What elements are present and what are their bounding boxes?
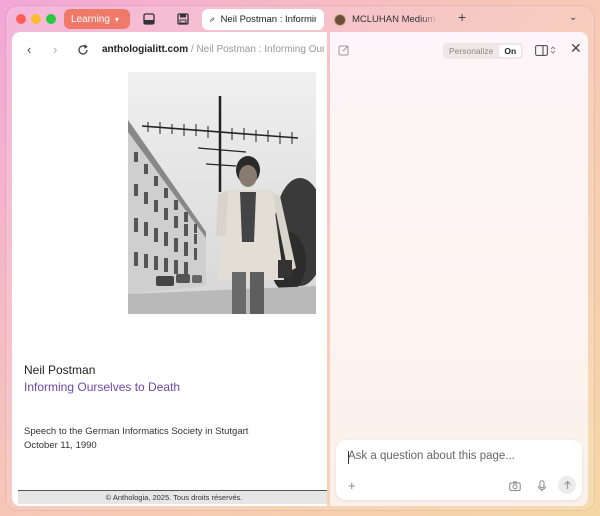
article-title-link[interactable]: Informing Ourselves to Death <box>24 380 180 394</box>
url-path: / Neil Postman : Informing Our... <box>188 44 324 55</box>
zoom-window-button[interactable] <box>46 14 56 24</box>
browser-window: Learning ▾ Neil Postman : Informing Ours… <box>6 6 594 510</box>
ask-input[interactable] <box>348 450 574 462</box>
url-bar: ‹ › anthologialitt.com / Neil Postman : … <box>12 32 327 68</box>
speech-description: Speech to the German Informatics Society… <box>24 426 249 437</box>
sidebar-layout-icon <box>535 44 548 56</box>
chevron-down-icon[interactable]: ⌄ <box>569 12 577 23</box>
web-page: ‹ › anthologialitt.com / Neil Postman : … <box>12 32 327 506</box>
arrow-up-icon <box>563 480 571 489</box>
new-chat-icon[interactable] <box>338 44 350 56</box>
tab-bar: Learning ▾ Neil Postman : Informing Ours… <box>6 6 594 32</box>
tab-title: Neil Postman : Informing Ourselves to De… <box>220 14 316 25</box>
url-host: anthologialitt.com <box>102 44 189 55</box>
forward-arrow-icon[interactable]: › <box>53 42 57 57</box>
space-label: Learning <box>71 13 110 25</box>
close-window-button[interactable] <box>16 14 26 24</box>
address-field[interactable]: anthologialitt.com / Neil Postman : Info… <box>102 44 324 55</box>
pinned-tab-save-icon[interactable] <box>176 12 190 26</box>
speech-date: October 11, 1990 <box>24 440 97 451</box>
back-arrow-icon[interactable]: ‹ <box>27 42 31 57</box>
space-selector[interactable]: Learning ▾ <box>64 9 130 29</box>
attach-plus-icon[interactable]: + <box>348 478 356 493</box>
close-icon[interactable]: ✕ <box>570 40 582 57</box>
ask-composer: + <box>336 440 582 500</box>
tab-title: MCLUHAN Medium is the Message <box>352 14 438 25</box>
personalize-label: Personalize <box>449 46 494 56</box>
reload-icon[interactable] <box>77 44 89 56</box>
tab-mcluhan[interactable]: MCLUHAN Medium is the Message <box>326 9 446 30</box>
personalize-state: On <box>499 45 522 57</box>
pinned-tab-archive-icon[interactable] <box>142 12 156 26</box>
camera-icon[interactable] <box>509 480 521 492</box>
minimize-window-button[interactable] <box>31 14 41 24</box>
avatar-favicon-icon <box>334 13 346 26</box>
sidebar-layout-button[interactable] <box>535 44 559 56</box>
new-tab-plus-icon[interactable]: + <box>458 9 466 25</box>
chevron-down-icon: ▾ <box>114 14 119 24</box>
send-button[interactable] <box>558 476 576 494</box>
chevron-updown-icon <box>550 46 556 54</box>
assistant-sidebar: Personalize On ✕ + <box>330 32 588 506</box>
author-name: Neil Postman <box>24 363 96 377</box>
microphone-icon[interactable] <box>536 480 548 492</box>
personalize-toggle[interactable]: Personalize On <box>443 43 523 59</box>
page-footer: © Anthologia, 2025. Tous droits réservés… <box>18 490 327 504</box>
pen-icon <box>210 17 215 22</box>
neil-postman-photo <box>128 72 316 314</box>
tab-neil-postman[interactable]: Neil Postman : Informing Ourselves to De… <box>202 9 324 30</box>
